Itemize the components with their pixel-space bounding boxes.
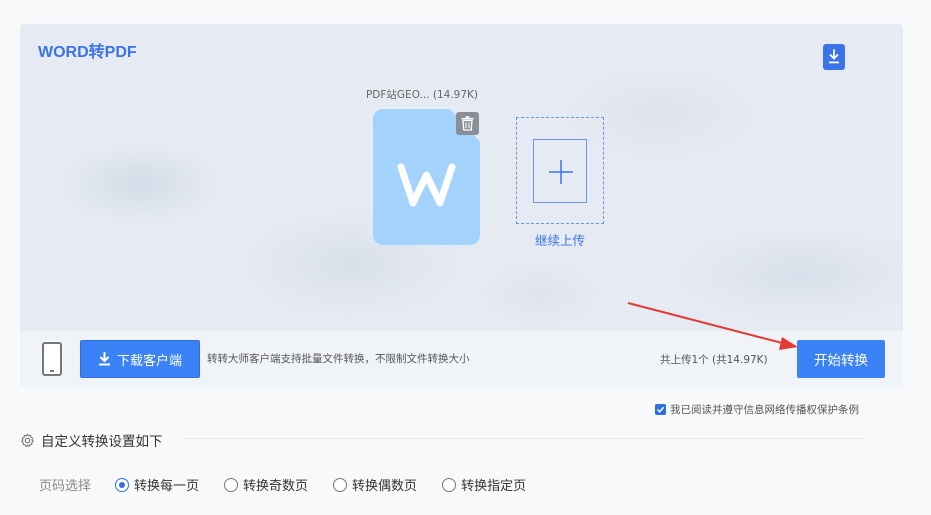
continue-upload-label[interactable]: 继续上传: [516, 230, 604, 249]
radio-specific-pages[interactable]: 转换指定页: [442, 475, 526, 494]
radio-label: 转换指定页: [461, 479, 527, 494]
upload-count: 共上传1个 (共14.97K): [660, 354, 768, 366]
phone-icon: [42, 342, 62, 376]
radio-button[interactable]: [442, 477, 457, 492]
page-title: WORD转PDF: [38, 44, 137, 61]
file-name: PDF站GEO... (14.97K): [365, 89, 479, 101]
agreement-text: 我已阅读并遵守信息网络传播权保护条例: [670, 404, 859, 416]
settings-heading-text: 自定义转换设置如下: [41, 434, 163, 450]
page-selection-label: 页码选择: [39, 479, 92, 494]
radio-label: 转换偶数页: [352, 479, 418, 494]
settings-heading: 自定义转换设置如下: [20, 430, 163, 450]
agreement-checkbox-row[interactable]: 我已阅读并遵守信息网络传播权保护条例: [655, 402, 859, 417]
download-icon: [98, 352, 110, 366]
radio-even-pages[interactable]: 转换偶数页: [333, 475, 417, 494]
radio-every-page[interactable]: 转换每一页: [115, 475, 199, 494]
radio-odd-pages[interactable]: 转换奇数页: [224, 475, 308, 494]
add-file-area[interactable]: [533, 139, 587, 203]
divider: [182, 438, 864, 439]
gear-icon: [21, 433, 34, 447]
start-convert-button[interactable]: 开始转换: [797, 340, 885, 378]
page-selection-row: 页码选择 转换每一页 转换奇数页 转换偶数页 转换指定页: [39, 475, 551, 494]
download-client-label: 下载客户端: [116, 353, 182, 369]
trash-icon[interactable]: [456, 112, 479, 135]
agreement-checkbox[interactable]: [655, 404, 666, 415]
plus-icon: [549, 160, 573, 184]
upload-panel: WORD转PDF PDF站GEO... (14.97K) 继续上传: [20, 24, 903, 331]
radio-button[interactable]: [115, 477, 130, 492]
client-description: 转转大师客户端支持批量文件转换，不限制文件转换大小: [207, 353, 470, 365]
action-bar: 下载客户端 转转大师客户端支持批量文件转换，不限制文件转换大小 共上传1个 (共…: [20, 331, 903, 387]
continue-upload-box[interactable]: [516, 117, 604, 224]
radio-button[interactable]: [333, 477, 348, 492]
download-icon[interactable]: [823, 44, 845, 70]
radio-label: 转换每一页: [134, 479, 200, 494]
download-client-button[interactable]: 下载客户端: [80, 340, 200, 378]
radio-button[interactable]: [224, 477, 239, 492]
radio-label: 转换奇数页: [243, 479, 309, 494]
